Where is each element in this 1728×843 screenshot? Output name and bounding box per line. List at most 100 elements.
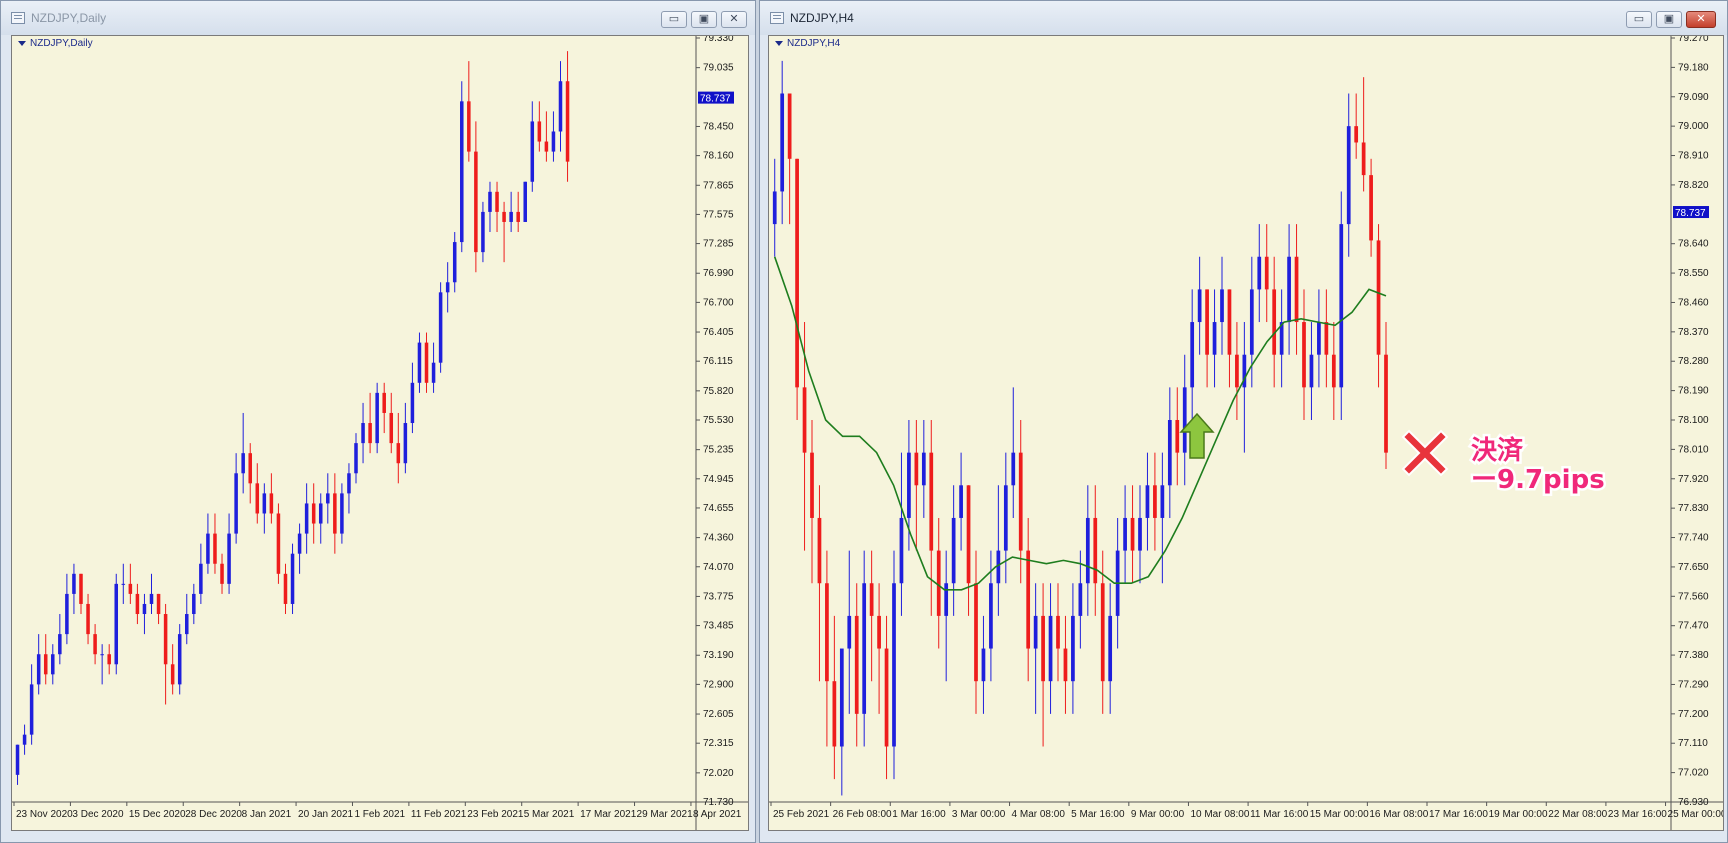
candle-body [36, 654, 41, 685]
symbol-dropdown-icon[interactable] [775, 41, 783, 46]
daily-window-titlebar[interactable]: NZDJPY,Daily ▭ ▣ ✕ [1, 1, 755, 35]
symbol-dropdown-icon[interactable] [18, 41, 26, 46]
candle-body [1033, 615, 1038, 649]
time-tick-label: 4 Mar 08:00 [1012, 809, 1066, 820]
candle-body [1123, 517, 1127, 551]
candle-body [213, 533, 217, 564]
price-tick-label: 77.575 [703, 209, 734, 220]
minimize-button[interactable]: ▭ [1626, 11, 1652, 28]
price-tick-label: 77.560 [1678, 591, 1709, 602]
candle-body [403, 423, 408, 464]
h4-chart-window[interactable]: NZDJPY,H4 ▭ ▣ ✕ 79.270 79.180 79.090 79.000… [759, 0, 1728, 843]
candle-body [1302, 322, 1306, 388]
candle-body [375, 392, 379, 444]
candle-body [269, 493, 274, 514]
time-tick-label: 25 Feb 2021 [773, 809, 830, 820]
candle-body [283, 573, 288, 604]
candle-body [537, 121, 542, 142]
candle-body [58, 634, 62, 655]
h4-chart-plot-area[interactable]: 79.270 79.180 79.090 79.000 78.910 78.820 78.6… [768, 35, 1724, 831]
time-tick-label: 29 Mar 2021 [637, 809, 694, 820]
h4-candlestick-chart[interactable]: 79.270 79.180 79.090 79.000 78.910 78.820 78.6… [769, 36, 1723, 830]
candle-body [523, 181, 527, 222]
price-tick-label: 75.820 [703, 386, 734, 397]
candle-body [795, 158, 799, 388]
candle-body [839, 648, 844, 747]
maximize-button[interactable]: ▣ [1656, 11, 1682, 28]
candle-body [163, 614, 168, 665]
daily-chart-plot-area[interactable]: 79.330 79.035 78.450 78.160 77.865 77.575 77.2… [11, 35, 749, 831]
candle-body [1190, 322, 1195, 388]
candle-body [326, 493, 330, 504]
price-tick-label: 78.640 [1678, 239, 1709, 250]
candle-body [530, 121, 535, 182]
candle-body [951, 517, 956, 584]
candle-body [185, 614, 189, 635]
candle-body [1071, 615, 1075, 682]
price-tick-label: 72.605 [703, 709, 734, 720]
price-tick-label: 78.820 [1678, 180, 1709, 191]
price-tick-label: 79.270 [1678, 36, 1709, 44]
close-button[interactable]: ✕ [1686, 11, 1716, 28]
price-tick-label: 74.945 [703, 474, 734, 485]
pips-result-label: ー9.7pips [1471, 465, 1605, 495]
time-tick-label: 23 Mar 16:00 [1608, 809, 1667, 820]
time-tick-label: 3 Dec 2020 [72, 809, 124, 820]
candle-body [1324, 322, 1329, 355]
candle-body [1317, 322, 1321, 355]
candle-body [1212, 322, 1217, 355]
time-tick-label: 15 Dec 2020 [129, 809, 186, 820]
candle-body [121, 583, 126, 585]
daily-candlestick-chart[interactable]: 79.330 79.035 78.450 78.160 77.865 77.575 77.2… [12, 36, 748, 830]
close-button[interactable]: ✕ [721, 11, 747, 28]
candle-body [234, 473, 238, 534]
candle-body [802, 387, 807, 453]
daily-chart-window[interactable]: NZDJPY,Daily ▭ ▣ ✕ 79.330 79.035 78.450 78.… [0, 0, 756, 843]
candle-body [86, 603, 90, 635]
red-x-icon [1401, 429, 1449, 477]
candle-body [1220, 289, 1224, 323]
candle-body [354, 443, 358, 474]
candle-body [333, 493, 337, 534]
candle-body [509, 211, 513, 222]
candle-body [989, 583, 993, 649]
minimize-button[interactable]: ▭ [661, 11, 687, 28]
time-tick-label: 11 Mar 16:00 [1250, 809, 1309, 820]
settlement-label: 決済 [1471, 435, 1524, 466]
candle-body [135, 593, 140, 615]
time-tick-label: 8 Jan 2021 [242, 809, 292, 820]
candle-body [1182, 387, 1187, 453]
candle-body [227, 533, 231, 584]
maximize-button[interactable]: ▣ [691, 11, 717, 28]
candle-body [772, 191, 777, 225]
candle-body [1339, 224, 1344, 388]
price-tick-label: 71.730 [703, 797, 734, 808]
candle-body [1197, 289, 1202, 323]
candle-body [255, 483, 260, 514]
candle-body [1160, 485, 1165, 518]
candle-body [516, 211, 520, 222]
candle-body [1354, 126, 1359, 143]
h4-window-titlebar[interactable]: NZDJPY,H4 ▭ ▣ ✕ [760, 1, 1727, 35]
candle-body [1018, 452, 1023, 551]
price-tick-label: 76.700 [703, 297, 734, 308]
price-tick-label: 77.830 [1678, 503, 1709, 514]
candle-body [361, 423, 365, 444]
candle-body [1167, 420, 1172, 486]
candle-body [1227, 289, 1232, 355]
price-tick-label: 79.090 [1678, 92, 1709, 103]
candle-body [1153, 485, 1157, 518]
time-tick-label: 20 Jan 2021 [298, 809, 353, 820]
candle-body [142, 603, 147, 615]
candle-body [1145, 485, 1150, 518]
time-tick-label: 26 Feb 08:00 [833, 809, 892, 820]
candle-body [340, 493, 344, 534]
price-tick-label: 72.315 [703, 738, 734, 749]
candle-body [262, 493, 267, 514]
candle-body [1287, 256, 1291, 323]
h4-time-axis: 25 Feb 2021 26 Feb 08:00 1 Mar 16:00 3 Mar … [770, 802, 1723, 820]
chart-window-icon [11, 12, 25, 24]
price-tick-label: 77.920 [1678, 474, 1709, 485]
candle-body [1376, 240, 1381, 355]
daily-window-title: NZDJPY,Daily [31, 11, 107, 25]
